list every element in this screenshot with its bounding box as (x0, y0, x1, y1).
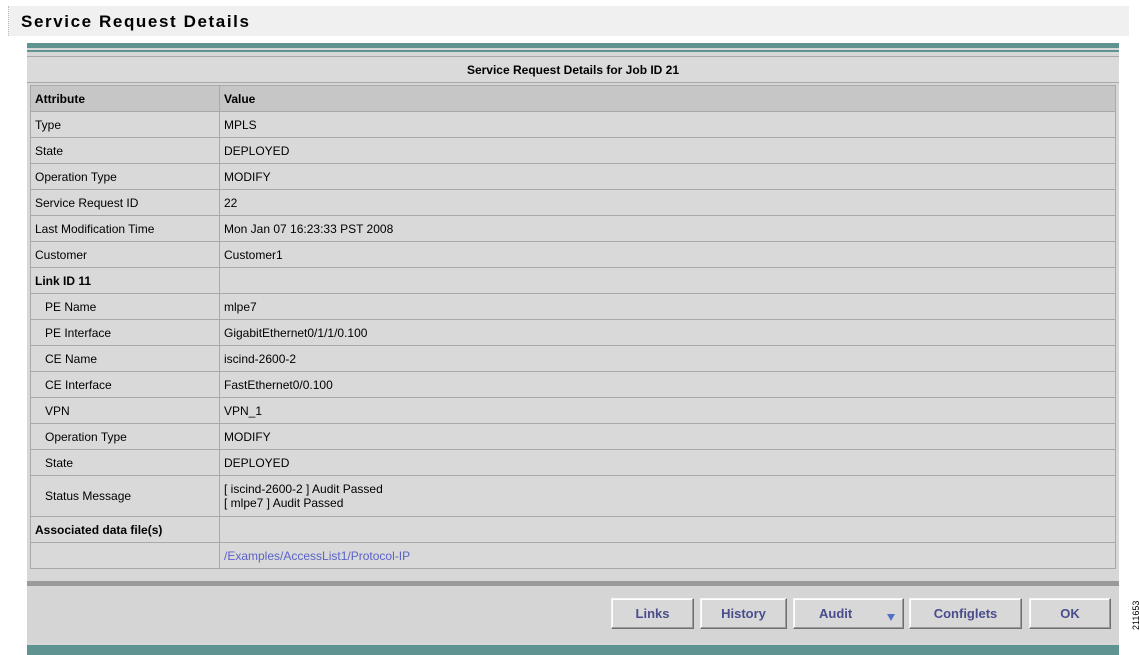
table-row: Last Modification Time Mon Jan 07 16:23:… (30, 215, 1116, 242)
value-cell (219, 516, 1116, 543)
value-cell: DEPLOYED (219, 137, 1116, 164)
attribute-cell: Operation Type (30, 423, 220, 450)
panel-top-line (27, 50, 1119, 52)
attribute-cell: Last Modification Time (30, 215, 220, 242)
value-cell: VPN_1 (219, 397, 1116, 424)
audit-button-label: Audit (819, 606, 853, 621)
attribute-cell: PE Name (30, 293, 220, 320)
attribute-cell: CE Interface (30, 371, 220, 398)
attribute-cell: Service Request ID (30, 189, 220, 216)
table-row: CE Name iscind-2600-2 (30, 345, 1116, 372)
table-row: Customer Customer1 (30, 241, 1116, 268)
table-row: PE Name mlpe7 (30, 293, 1116, 320)
table-row: Status Message [ iscind-2600-2 ] Audit P… (30, 475, 1116, 517)
value-cell: mlpe7 (219, 293, 1116, 320)
value-cell: FastEthernet0/0.100 (219, 371, 1116, 398)
table-row: State DEPLOYED (30, 449, 1116, 476)
page-title: Service Request Details (21, 12, 251, 31)
value-cell: MODIFY (219, 163, 1116, 190)
value-cell (219, 267, 1116, 294)
table-row: Operation Type MODIFY (30, 423, 1116, 450)
table-header-row: Attribute Value (30, 85, 1116, 112)
attribute-cell: Operation Type (30, 163, 220, 190)
data-file-link[interactable]: /Examples/AccessList1/Protocol-IP (224, 549, 410, 563)
table-row: Service Request ID 22 (30, 189, 1116, 216)
value-cell: Customer1 (219, 241, 1116, 268)
table-row: PE Interface GigabitEthernet0/1/1/0.100 (30, 319, 1116, 346)
attribute-cell (30, 542, 220, 569)
attribute-cell: State (30, 449, 220, 476)
column-header-value: Value (219, 85, 1116, 112)
chevron-down-icon[interactable] (887, 614, 895, 621)
panel-bottom-bar (27, 645, 1119, 655)
page-header: Service Request Details (8, 6, 1129, 36)
table-row: Type MPLS (30, 111, 1116, 138)
column-header-attribute: Attribute (30, 85, 220, 112)
ok-button[interactable]: OK (1029, 598, 1111, 629)
value-cell: iscind-2600-2 (219, 345, 1116, 372)
value-cell: Mon Jan 07 16:23:33 PST 2008 (219, 215, 1116, 242)
history-button[interactable]: History (700, 598, 787, 629)
value-cell: GigabitEthernet0/1/1/0.100 (219, 319, 1116, 346)
attribute-cell: Customer (30, 241, 220, 268)
value-cell: /Examples/AccessList1/Protocol-IP (219, 542, 1116, 569)
attribute-cell: Status Message (30, 475, 220, 517)
figure-number: 211653 (1131, 600, 1139, 630)
section-label: Associated data file(s) (30, 516, 220, 543)
value-cell: MPLS (219, 111, 1116, 138)
table-row: Operation Type MODIFY (30, 163, 1116, 190)
value-cell: MODIFY (219, 423, 1116, 450)
attribute-cell: State (30, 137, 220, 164)
value-cell: DEPLOYED (219, 449, 1116, 476)
details-panel: Service Request Details for Job ID 21 At… (27, 43, 1119, 655)
table-row: VPN VPN_1 (30, 397, 1116, 424)
table-row: State DEPLOYED (30, 137, 1116, 164)
attribute-cell: VPN (30, 397, 220, 424)
section-row-link: Link ID 11 (30, 267, 1116, 294)
table-row: CE Interface FastEthernet0/0.100 (30, 371, 1116, 398)
configlets-button[interactable]: Configlets (909, 598, 1022, 629)
status-message-line: [ mlpe7 ] Audit Passed (224, 496, 344, 510)
attribute-cell: CE Name (30, 345, 220, 372)
value-cell: [ iscind-2600-2 ] Audit Passed [ mlpe7 ]… (219, 475, 1116, 517)
attribute-cell: Type (30, 111, 220, 138)
audit-dropdown-button[interactable]: Audit (793, 598, 904, 629)
panel-top-bar (27, 43, 1119, 48)
value-cell: 22 (219, 189, 1116, 216)
section-label: Link ID 11 (30, 267, 220, 294)
links-button[interactable]: Links (611, 598, 694, 629)
table-row: /Examples/AccessList1/Protocol-IP (30, 542, 1116, 569)
table-caption: Service Request Details for Job ID 21 (27, 56, 1119, 83)
attribute-cell: PE Interface (30, 319, 220, 346)
status-message-line: [ iscind-2600-2 ] Audit Passed (224, 482, 383, 496)
section-row-data-files: Associated data file(s) (30, 516, 1116, 543)
button-bar: Links History Audit Configlets OK (27, 586, 1119, 643)
details-table: Attribute Value Type MPLS State DEPLOYED… (30, 85, 1116, 569)
